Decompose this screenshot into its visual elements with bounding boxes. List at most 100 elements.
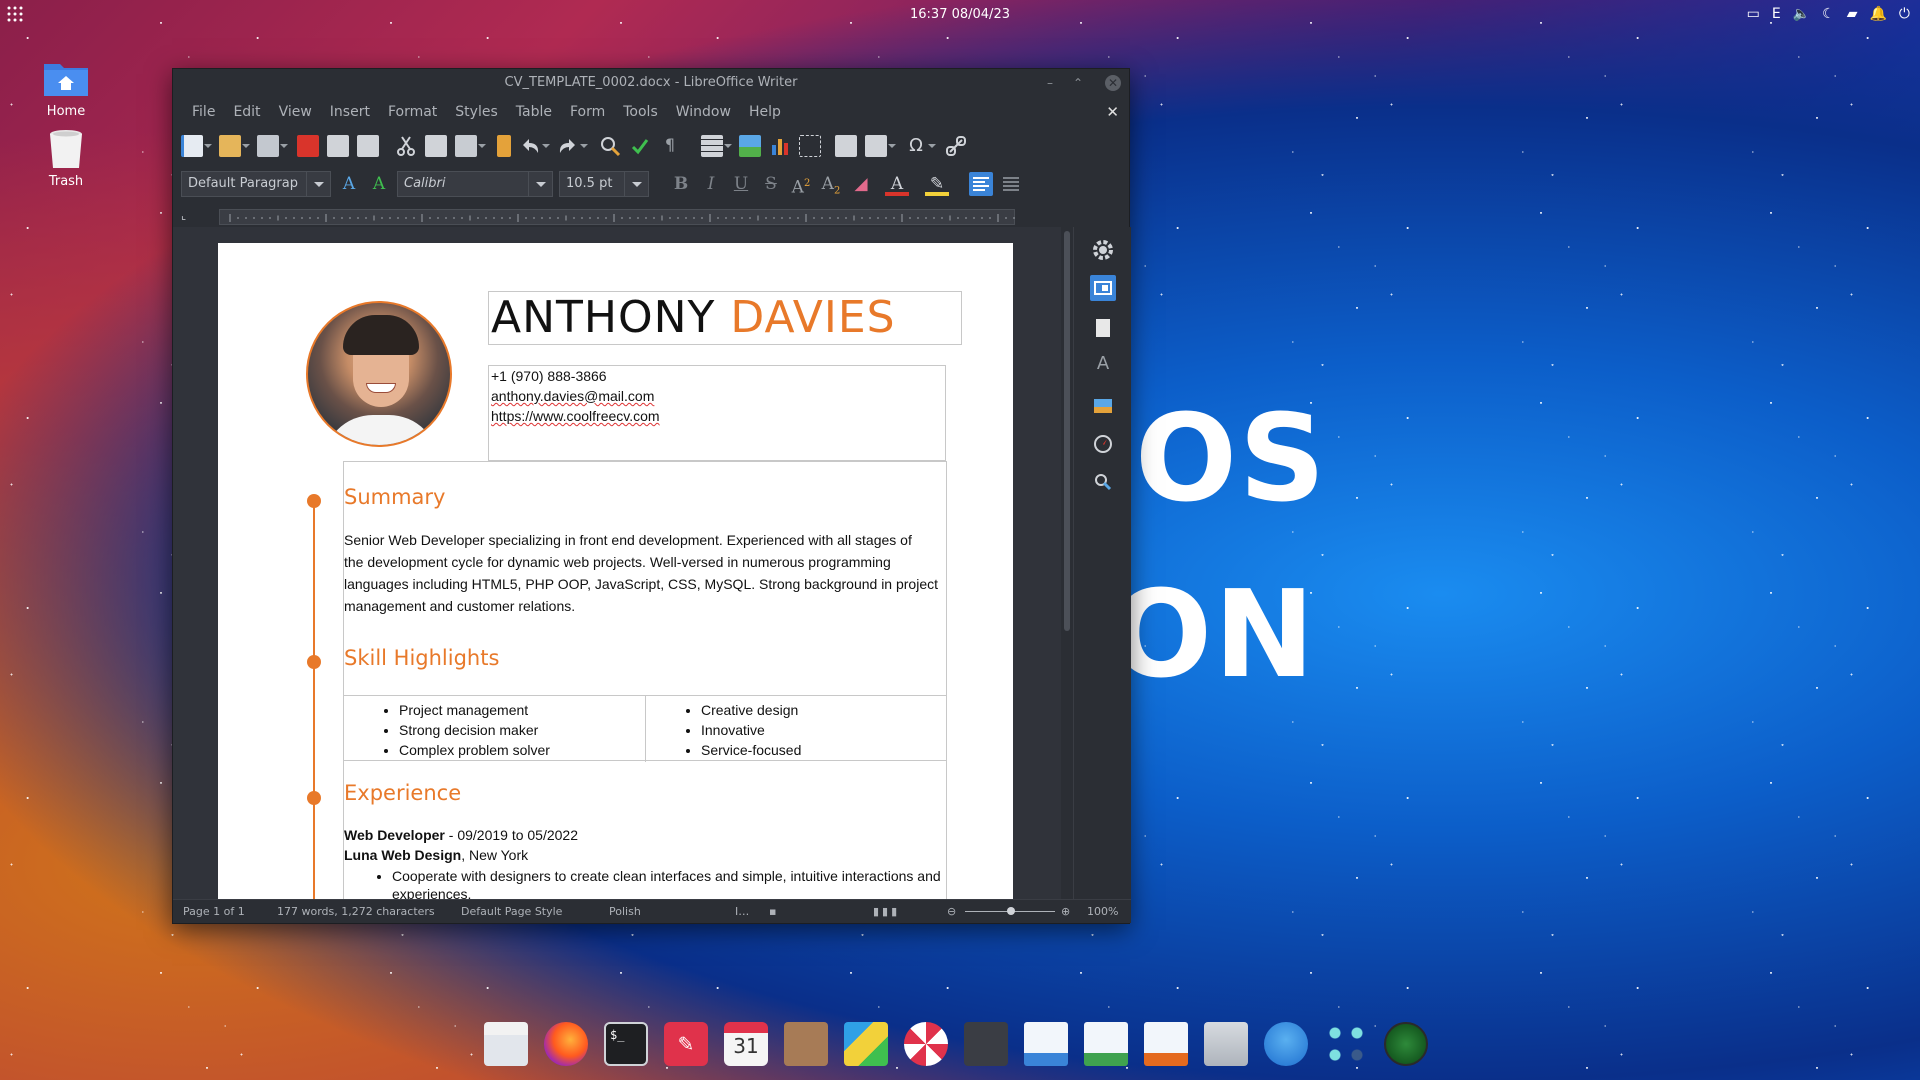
apps-icon[interactable] <box>1324 1022 1368 1066</box>
document-area[interactable]: ANTHONY DAVIES +1 (970) 888-3866 anthony… <box>173 227 1063 899</box>
copy-icon[interactable] <box>425 135 447 157</box>
cv-email[interactable]: anthony.davies@mail.com <box>491 386 943 406</box>
writer-icon[interactable] <box>1024 1022 1068 1066</box>
menu-view[interactable]: View <box>270 104 321 120</box>
print-icon[interactable] <box>327 135 349 157</box>
menu-insert[interactable]: Insert <box>321 104 379 120</box>
redo-icon[interactable] <box>557 135 588 157</box>
mail-icon[interactable] <box>1264 1022 1308 1066</box>
zoom-out-icon[interactable]: ⊖ <box>947 905 956 918</box>
underline-icon[interactable]: U <box>729 172 753 196</box>
calc-icon[interactable] <box>1084 1022 1128 1066</box>
menu-styles[interactable]: Styles <box>446 104 506 120</box>
cv-contact-box[interactable]: +1 (970) 888-3866 anthony.davies@mail.co… <box>488 365 946 461</box>
menu-tools[interactable]: Tools <box>614 104 667 120</box>
terminal-icon[interactable]: $_ <box>604 1022 648 1066</box>
video-icon[interactable] <box>964 1022 1008 1066</box>
align-justify-icon[interactable] <box>999 172 1023 196</box>
firefox-icon[interactable] <box>544 1022 588 1066</box>
formatting-marks-icon[interactable]: ¶ <box>659 135 681 157</box>
maximize-button[interactable]: ⌃ <box>1073 69 1083 97</box>
close-button[interactable]: ✕ <box>1105 75 1121 91</box>
menu-format[interactable]: Format <box>379 104 446 120</box>
highlight-color-icon[interactable]: ✎ <box>925 172 949 196</box>
sidebar-properties-icon[interactable] <box>1090 275 1116 301</box>
status-language[interactable]: Polish <box>609 905 641 918</box>
status-page-style[interactable]: Default Page Style <box>461 905 562 918</box>
menu-form[interactable]: Form <box>561 104 614 120</box>
undo-icon[interactable] <box>519 135 550 157</box>
impress-icon[interactable] <box>1144 1022 1188 1066</box>
clock[interactable]: 16:37 08/04/23 <box>0 7 1920 22</box>
strikethrough-icon[interactable]: S <box>759 172 783 196</box>
desktop-icon-home[interactable]: Home <box>26 58 106 119</box>
help-icon[interactable] <box>904 1022 948 1066</box>
files-icon[interactable] <box>484 1022 528 1066</box>
calendar-icon[interactable]: 31 <box>724 1022 768 1066</box>
superscript-icon[interactable]: A2 <box>789 172 813 198</box>
notifications-icon[interactable]: 🔔 <box>1869 6 1886 22</box>
status-page[interactable]: Page 1 of 1 <box>183 905 245 918</box>
font-name-select[interactable]: Calibri <box>397 171 553 197</box>
bold-icon[interactable]: B <box>669 172 693 196</box>
sidebar-navigator-icon[interactable] <box>1090 431 1116 457</box>
cv-name[interactable]: ANTHONY DAVIES <box>488 291 962 345</box>
paste-icon[interactable] <box>455 135 486 157</box>
screen-icon[interactable]: ▭ <box>1747 6 1760 22</box>
chevron-down-icon[interactable] <box>624 172 648 196</box>
menu-window[interactable]: Window <box>667 104 740 120</box>
software-center-icon[interactable] <box>1204 1022 1248 1066</box>
paragraph-style-select[interactable]: Default Paragrap <box>181 171 331 197</box>
tab-stop-icon[interactable]: ⌞ <box>181 209 186 222</box>
desktop-icon-trash[interactable]: Trash <box>26 128 106 189</box>
italic-icon[interactable]: I <box>699 172 723 196</box>
close-document-icon[interactable]: ✕ <box>1106 103 1119 121</box>
insert-mode-icon[interactable]: I… <box>735 905 749 918</box>
spelling-icon[interactable] <box>629 135 651 157</box>
sidebar-gallery-icon[interactable] <box>1090 393 1116 419</box>
sidebar-manage-changes-icon[interactable] <box>1090 469 1116 495</box>
align-left-icon[interactable] <box>969 172 993 196</box>
insert-table-icon[interactable] <box>701 135 732 157</box>
sidebar-page-icon[interactable] <box>1090 315 1116 341</box>
insert-page-break-icon[interactable] <box>835 135 857 157</box>
save-icon[interactable] <box>257 135 288 157</box>
insert-chart-icon[interactable] <box>769 135 791 157</box>
view-layout-icons[interactable]: ▮▮▮ <box>873 905 900 918</box>
menu-table[interactable]: Table <box>507 104 561 120</box>
export-pdf-icon[interactable] <box>297 135 319 157</box>
zoom-slider-thumb[interactable] <box>1007 907 1015 915</box>
scrollbar-thumb[interactable] <box>1064 231 1070 631</box>
insert-special-character-icon[interactable]: Ω <box>905 135 936 157</box>
minimize-button[interactable]: – <box>1047 69 1053 97</box>
insert-textbox-icon[interactable] <box>799 135 821 157</box>
power-icon[interactable]: ⏻ <box>1899 6 1910 22</box>
status-word-count[interactable]: 177 words, 1,272 characters <box>277 905 435 918</box>
status-zoom[interactable]: 100% <box>1087 905 1118 918</box>
insert-field-icon[interactable] <box>865 135 896 157</box>
font-color-icon[interactable]: A <box>885 172 909 196</box>
sidebar-settings-icon[interactable] <box>1090 237 1116 263</box>
vertical-scrollbar[interactable] <box>1061 227 1073 899</box>
find-replace-icon[interactable] <box>599 135 621 157</box>
font-size-select[interactable]: 10.5 pt <box>559 171 649 197</box>
volume-icon[interactable]: 🔈 <box>1793 6 1810 22</box>
contacts-icon[interactable] <box>784 1022 828 1066</box>
zoom-in-icon[interactable]: ⊕ <box>1061 905 1070 918</box>
menu-file[interactable]: File <box>183 104 224 120</box>
insert-image-icon[interactable] <box>739 135 761 157</box>
menu-help[interactable]: Help <box>740 104 790 120</box>
profile-photo[interactable] <box>306 301 452 447</box>
document-modified-icon[interactable]: ▪ <box>769 905 776 918</box>
sidebar-styles-icon[interactable]: A <box>1090 353 1116 379</box>
night-mode-icon[interactable]: ☾ <box>1822 6 1835 22</box>
system-monitor-icon[interactable] <box>1384 1022 1428 1066</box>
new-style-icon[interactable]: A <box>367 172 391 196</box>
update-style-icon[interactable]: A <box>337 172 361 196</box>
cv-website[interactable]: https://www.coolfreecv.com <box>491 406 943 426</box>
text-editor-icon[interactable]: ✎ <box>664 1022 708 1066</box>
subscript-icon[interactable]: A2 <box>819 172 843 196</box>
cut-icon[interactable] <box>395 135 417 157</box>
keyboard-layout-icon[interactable]: E <box>1772 6 1781 22</box>
window-titlebar[interactable]: CV_TEMPLATE_0002.docx - LibreOffice Writ… <box>173 69 1129 97</box>
